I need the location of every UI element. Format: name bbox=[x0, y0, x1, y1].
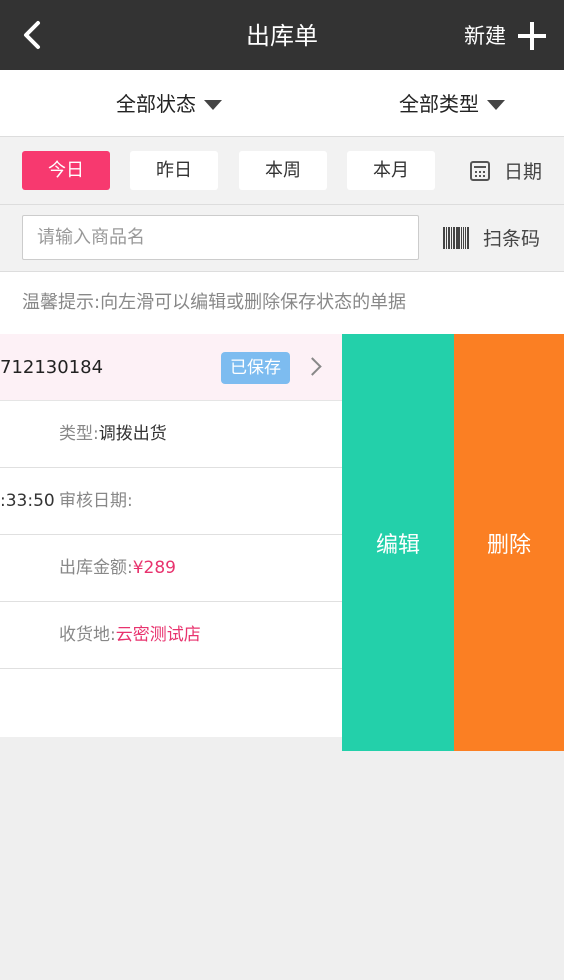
audit-date-label: 审核日期: bbox=[59, 491, 133, 511]
date-tab-yesterday[interactable]: 昨日 bbox=[130, 151, 218, 190]
top-nav-bar: 出库单 新建 bbox=[0, 0, 564, 70]
receiver-value: 云密测试店 bbox=[115, 625, 201, 645]
order-type-value: 调拨出货 bbox=[98, 424, 167, 444]
date-range-bar: 今日 昨日 本周 本月 日期 bbox=[0, 137, 564, 205]
status-filter-label: 全部状态 bbox=[116, 92, 196, 116]
receiver-label: 收货地: bbox=[59, 625, 116, 645]
type-filter-dropdown[interactable]: 全部类型 bbox=[399, 90, 505, 118]
search-bar: 扫条码 bbox=[0, 205, 564, 272]
order-receiver-row: 收货地:云密测试店 bbox=[0, 602, 342, 669]
date-tab-this-week[interactable]: 本周 bbox=[239, 151, 327, 190]
dropdown-triangle-icon bbox=[204, 100, 222, 110]
status-badge: 已保存 bbox=[221, 352, 290, 384]
order-amount-row: 出库金额:¥289 bbox=[0, 535, 342, 602]
edit-button[interactable]: 编辑 bbox=[342, 334, 454, 751]
date-picker-label: 日期 bbox=[503, 161, 542, 183]
scan-barcode-button[interactable]: 扫条码 bbox=[442, 215, 540, 260]
date-tab-today[interactable]: 今日 bbox=[22, 151, 110, 190]
amount-label: 出库金额: bbox=[59, 558, 133, 578]
order-time-row: :33:50 审核日期: bbox=[0, 468, 342, 535]
filter-bar: 全部状态 全部类型 bbox=[0, 70, 564, 137]
status-filter-dropdown[interactable]: 全部状态 bbox=[116, 90, 222, 118]
order-type-row: 类型:调拨出货 bbox=[0, 401, 342, 468]
new-button-label: 新建 bbox=[464, 24, 506, 48]
swipe-hint-text: 温馨提示:向左滑可以编辑或删除保存状态的单据 bbox=[0, 272, 564, 334]
order-type-label: 类型: bbox=[59, 424, 99, 444]
product-search-input[interactable] bbox=[22, 215, 419, 260]
order-card[interactable]: 712130184 已保存 类型:调拨出货 :33:50 审核日期: 出库金额:… bbox=[0, 334, 342, 737]
new-button[interactable]: 新建 bbox=[464, 20, 546, 52]
delete-button[interactable]: 删除 bbox=[454, 334, 564, 751]
order-card-header[interactable]: 712130184 已保存 bbox=[0, 334, 342, 401]
date-tab-this-month[interactable]: 本月 bbox=[347, 151, 435, 190]
scan-barcode-label: 扫条码 bbox=[482, 228, 540, 250]
date-picker-button[interactable]: 日期 bbox=[469, 151, 542, 190]
order-number: 712130184 bbox=[0, 357, 104, 378]
chevron-right-icon bbox=[303, 357, 322, 376]
dropdown-triangle-icon bbox=[487, 100, 505, 110]
calendar-icon bbox=[469, 160, 490, 181]
plus-icon bbox=[518, 22, 546, 50]
type-filter-label: 全部类型 bbox=[399, 92, 479, 116]
order-time-value: :33:50 bbox=[0, 491, 55, 511]
barcode-icon bbox=[442, 226, 470, 249]
amount-value: ¥289 bbox=[132, 558, 176, 578]
